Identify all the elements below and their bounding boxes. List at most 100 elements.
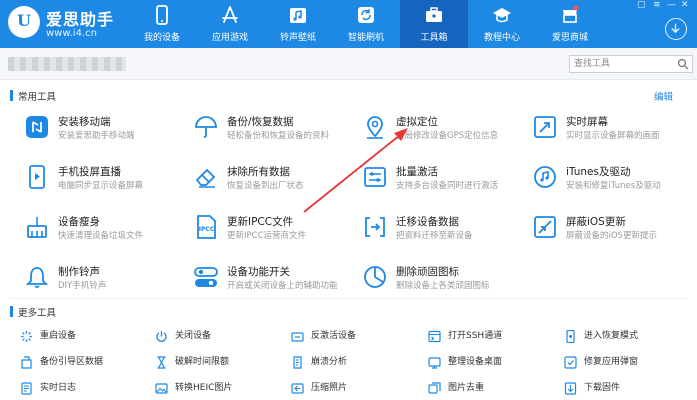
app-logo[interactable]: U 爱思助手 www.i4.cn — [8, 4, 138, 44]
more-restart-device[interactable]: 重启设备 — [20, 327, 150, 343]
more-open-ssh[interactable]: 打开SSH通道 — [428, 327, 558, 343]
more-compress-photo[interactable]: 压缩照片 — [291, 379, 421, 395]
nav-ringtones-wallpapers[interactable]: 铃声壁纸 — [264, 0, 332, 48]
tool-name: 设备功能开关 — [227, 266, 290, 278]
more-crack-time-limit[interactable]: 破解时间限额 — [155, 353, 285, 369]
ipcc-file-icon: IPCC — [193, 214, 219, 240]
tool-make-ringtone[interactable]: 制作铃声 DIY手机铃声 — [24, 262, 194, 298]
tool-block-ios-update[interactable]: 屏蔽iOS更新 屏蔽设备的iOS更新提示 — [532, 212, 697, 248]
tool-device-slim[interactable]: 设备瘦身 快速清理设备垃圾文件 — [24, 212, 194, 248]
search-input[interactable] — [570, 56, 674, 72]
app-title: 爱思助手 — [46, 10, 115, 29]
tool-name: 安装移动端 — [58, 116, 111, 128]
edit-link[interactable]: 编辑 — [654, 89, 673, 103]
tool-name: 实时屏幕 — [566, 116, 608, 128]
more-organize-desktop[interactable]: 整理设备桌面 — [428, 353, 558, 369]
tool-desc: 轻松备份和恢复设备的资料 — [227, 131, 330, 141]
more-label: 反激活设备 — [311, 331, 357, 341]
arrow-down-icon — [671, 23, 680, 34]
window-controls: ▢ ≡ — ✕ — [633, 0, 693, 14]
device-name-blurred — [8, 57, 126, 71]
toolbox-icon — [426, 7, 442, 22]
tool-desc: 电脑同步显示设备屏幕 — [58, 181, 144, 191]
download-manager-button[interactable] — [665, 18, 687, 40]
nav-label: 工具箱 — [420, 33, 448, 43]
log-icon — [20, 380, 33, 395]
search-box[interactable] — [569, 55, 693, 73]
tool-update-ipcc[interactable]: IPCC 更新IPCC文件 更新IPCC运营商文件 — [193, 212, 363, 248]
graduation-cap-icon — [493, 8, 511, 23]
more-label: 破解时间限额 — [175, 357, 230, 367]
refresh-icon — [358, 7, 374, 23]
eraser-icon — [193, 164, 219, 190]
section-bar — [10, 90, 13, 101]
tool-name: 批量激活 — [396, 166, 438, 178]
bell-icon — [24, 264, 50, 290]
more-download-firmware[interactable]: 下载固件 — [564, 379, 694, 395]
more-shutdown-device[interactable]: 关闭设备 — [155, 327, 285, 343]
tool-desc: 开启或关闭设备上的辅助功能 — [227, 281, 338, 291]
nav-my-device[interactable]: 我的设备 — [128, 0, 196, 48]
more-deactivate-device[interactable]: 反激活设备 — [291, 327, 421, 343]
nav-shop[interactable]: 爱思商城 — [536, 0, 604, 48]
more-dedupe-images[interactable]: 图片去重 — [428, 379, 558, 395]
nav-toolbox[interactable]: 工具箱 — [400, 0, 468, 48]
tool-name: 更新IPCC文件 — [227, 216, 294, 228]
tool-phone-cast[interactable]: 手机投屏直播 电脑同步显示设备屏幕 — [24, 162, 194, 198]
tool-name: 手机投屏直播 — [58, 166, 121, 178]
more-label: 备份引导区数据 — [40, 357, 104, 367]
more-repair-popup[interactable]: 修复应用弹窗 — [564, 353, 694, 369]
tool-batch-activate[interactable]: 批量激活 支持多台设备同时进行激活 — [362, 162, 532, 198]
nav-label: 我的设备 — [143, 33, 180, 43]
app-url: www.i4.cn — [46, 28, 97, 39]
download-firmware-icon — [564, 380, 577, 395]
tool-desc: 更新IPCC运营商文件 — [227, 231, 307, 241]
tool-name: 屏蔽iOS更新 — [566, 216, 626, 228]
tool-desc: DIY手机铃声 — [58, 281, 107, 291]
more-recovery-mode[interactable]: 进入恢复模式 — [564, 327, 694, 344]
logo-letter: U — [17, 11, 31, 30]
block-update-icon — [532, 214, 558, 240]
tool-delete-stubborn-icons[interactable]: 删除顽固图标 删除设备上各类顽固图标 — [362, 262, 532, 298]
tool-feature-switch[interactable]: 设备功能开关 开启或关闭设备上的辅助功能 — [193, 262, 363, 298]
section-title: 常用工具 — [18, 92, 57, 103]
tool-backup-restore[interactable]: 备份/恢复数据 轻松备份和恢复设备的资料 — [193, 112, 363, 148]
compress-photo-icon — [291, 380, 304, 394]
more-label: 图片去重 — [448, 383, 485, 393]
skin-icon[interactable]: ▢ — [637, 0, 646, 10]
tool-migrate-data[interactable]: 迁移设备数据 把资料迁移至新设备 — [362, 212, 532, 248]
umbrella-icon — [193, 114, 219, 140]
heic-convert-icon — [155, 380, 168, 394]
location-pin-icon — [362, 114, 388, 140]
nav-label: 应用游戏 — [211, 33, 248, 43]
tool-name: 设备瘦身 — [58, 216, 100, 228]
more-label: 关闭设备 — [175, 331, 212, 341]
search-icon[interactable] — [677, 58, 689, 70]
tool-name: 备份/恢复数据 — [227, 116, 294, 128]
tool-virtual-location[interactable]: 虚拟定位 全局修改设备GPS定位信息 — [362, 112, 532, 148]
tool-install-mobile[interactable]: 安装移动端 安装爱思助手移动端 — [24, 112, 194, 148]
more-realtime-log[interactable]: 实时日志 — [20, 379, 150, 395]
tool-desc: 屏蔽设备的iOS更新提示 — [566, 231, 657, 241]
more-convert-heic[interactable]: 转换HEIC图片 — [155, 379, 285, 395]
nav-apps-games[interactable]: 应用游戏 — [196, 0, 264, 48]
tool-erase-all[interactable]: 抹除所有数据 恢复设备到出厂状态 — [193, 162, 363, 198]
more-label: 重启设备 — [40, 331, 77, 341]
menu-icon[interactable]: ≡ — [653, 0, 661, 10]
nav-smart-flash[interactable]: 智能刷机 — [332, 0, 400, 48]
ssh-icon — [428, 328, 441, 343]
nav-tutorials[interactable]: 教程中心 — [468, 0, 536, 48]
more-label: 下载固件 — [584, 383, 621, 393]
phone-icon — [156, 5, 168, 25]
more-backup-boot[interactable]: 备份引导区数据 — [20, 353, 150, 369]
section-title: 更多工具 — [18, 308, 57, 319]
device-bar — [0, 48, 697, 80]
more-crash-analysis[interactable]: 崩溃分析 — [291, 353, 421, 369]
nav-label: 教程中心 — [483, 33, 520, 43]
minimize-icon[interactable]: — — [667, 0, 676, 10]
phone-cast-icon — [24, 164, 50, 190]
close-icon[interactable]: ✕ — [681, 0, 689, 10]
tool-itunes-driver[interactable]: iTunes及驱动 安装和修复iTunes及驱动 — [532, 162, 697, 198]
tool-live-screen[interactable]: 实时屏幕 实时显示设备屏幕的画面 — [532, 112, 697, 148]
backup-boot-icon — [20, 354, 33, 369]
